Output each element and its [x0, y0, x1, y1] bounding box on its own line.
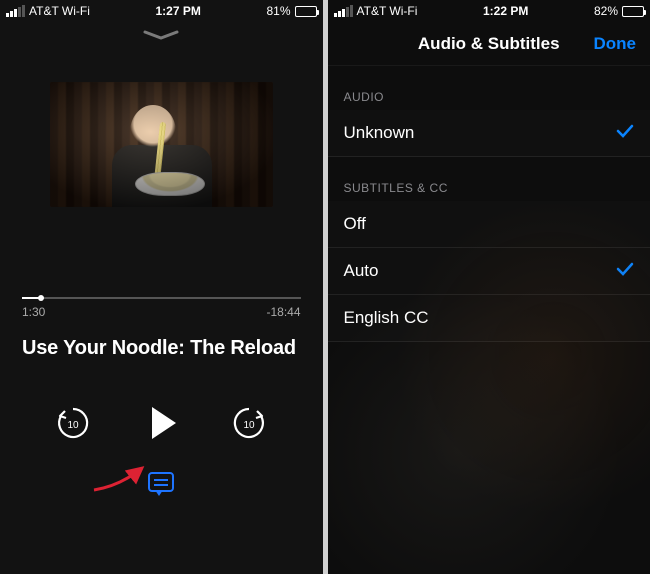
row-label: Off — [344, 214, 366, 234]
annotation-arrow-icon — [90, 460, 150, 496]
audio-subtitles-screen: AT&T Wi-Fi 1:22 PM 82% Audio & Subtitles… — [328, 0, 650, 574]
clock: 1:22 PM — [483, 4, 528, 18]
scrubber-thumb[interactable] — [38, 295, 44, 301]
section-header-subtitles: SUBTITLES & CC — [328, 157, 650, 201]
subtitle-option-row[interactable]: English CC — [328, 295, 650, 342]
done-button[interactable]: Done — [594, 34, 637, 54]
status-bar: AT&T Wi-Fi 1:22 PM 82% — [328, 0, 650, 22]
subtitle-option-row[interactable]: Auto — [328, 248, 650, 295]
play-icon — [152, 407, 176, 439]
svg-text:10: 10 — [68, 420, 80, 431]
checkmark-icon — [616, 123, 634, 143]
scrubber[interactable] — [22, 297, 301, 299]
row-label: Auto — [344, 261, 379, 281]
row-label: English CC — [344, 308, 429, 328]
remaining-time: -18:44 — [266, 305, 300, 319]
subtitles-icon — [154, 479, 168, 481]
nav-bar: Audio & Subtitles Done — [328, 22, 650, 66]
subtitles-button[interactable] — [148, 472, 174, 492]
video-thumbnail[interactable] — [50, 82, 273, 207]
checkmark-icon — [616, 261, 634, 281]
audio-option-row[interactable]: Unknown — [328, 110, 650, 157]
subtitle-option-row[interactable]: Off — [328, 201, 650, 248]
battery-percent: 81% — [266, 4, 290, 18]
status-bar: AT&T Wi-Fi 1:27 PM 81% — [0, 0, 323, 22]
skip-forward-button[interactable]: 10 — [230, 404, 268, 442]
play-button[interactable] — [146, 407, 176, 439]
skip-back-button[interactable]: 10 — [54, 404, 92, 442]
svg-text:10: 10 — [244, 420, 256, 431]
cell-signal-icon — [6, 5, 25, 17]
video-title: Use Your Noodle: The Reload — [0, 319, 323, 360]
nav-title: Audio & Subtitles — [418, 34, 560, 54]
battery-icon — [295, 6, 317, 17]
carrier-label: AT&T Wi-Fi — [29, 4, 90, 18]
collapse-grip-icon[interactable] — [0, 22, 323, 44]
clock: 1:27 PM — [156, 4, 201, 18]
cell-signal-icon — [334, 5, 353, 17]
carrier-label: AT&T Wi-Fi — [357, 4, 418, 18]
battery-percent: 82% — [594, 4, 618, 18]
player-screen: AT&T Wi-Fi 1:27 PM 81% 1:30 -18:4 — [0, 0, 323, 574]
battery-icon — [622, 6, 644, 17]
elapsed-time: 1:30 — [22, 305, 45, 319]
row-label: Unknown — [344, 123, 415, 143]
section-header-audio: AUDIO — [328, 66, 650, 110]
